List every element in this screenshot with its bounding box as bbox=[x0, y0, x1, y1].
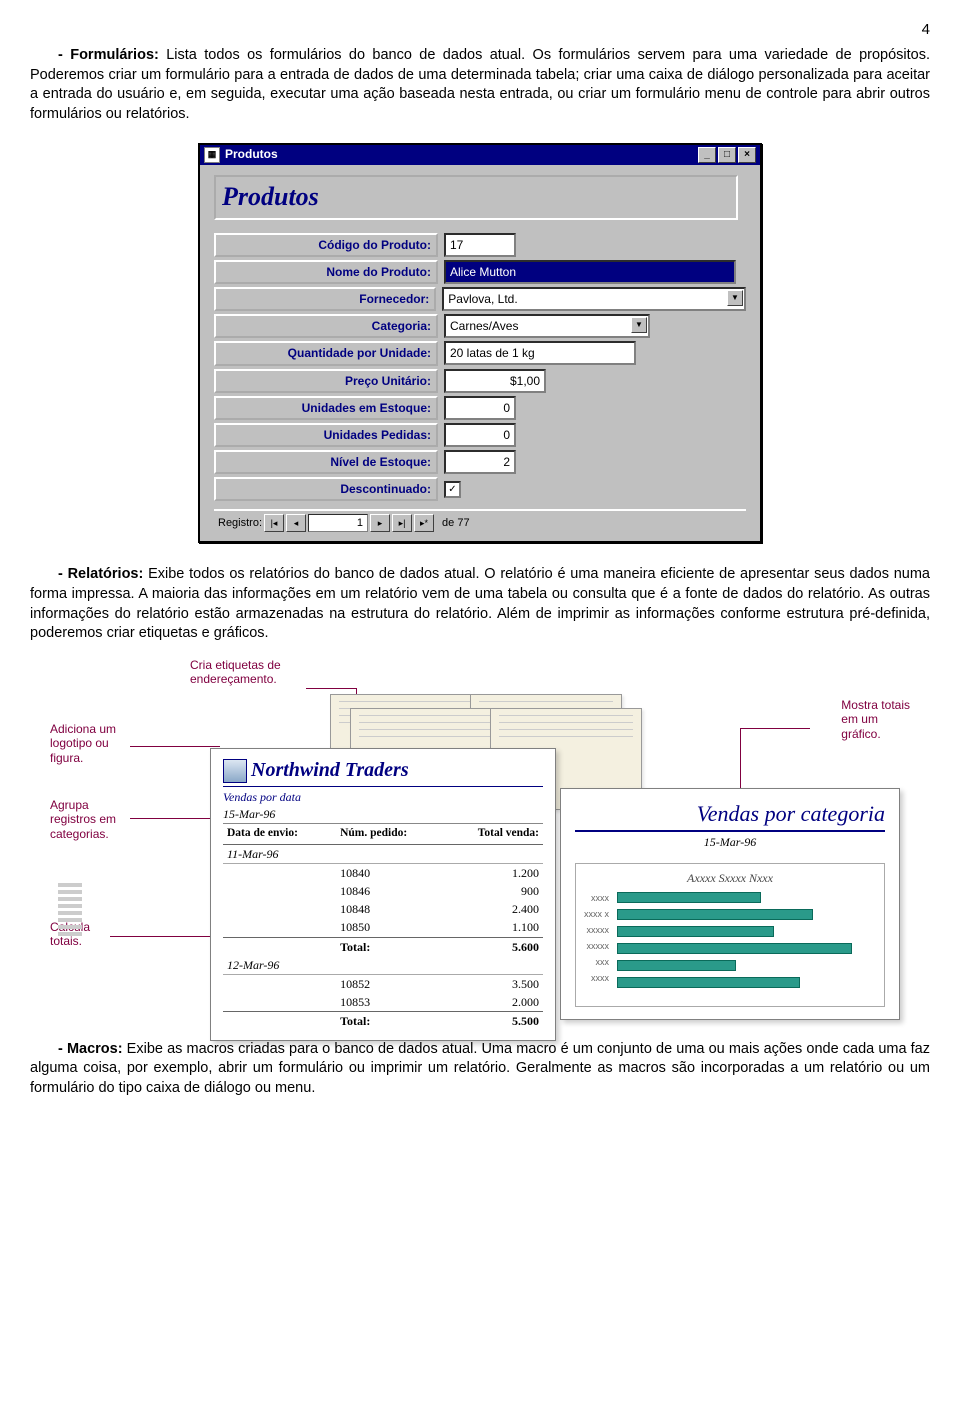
cell: 2.400 bbox=[444, 900, 543, 918]
paragraph-formularios: - Formulários: Lista todos os formulário… bbox=[30, 46, 930, 124]
para2-body: Exibe todos os relatórios do banco de da… bbox=[30, 566, 930, 641]
prev-record-button[interactable]: ◂ bbox=[286, 514, 306, 532]
first-record-button[interactable]: |◂ bbox=[264, 514, 284, 532]
form-screenshot: ▦ Produtos _ □ × Produtos Código do Prod… bbox=[30, 143, 930, 544]
para1-body: Lista todos os formulários do banco de d… bbox=[30, 47, 930, 122]
cell: 1.100 bbox=[444, 918, 543, 937]
record-navigator: Registro: |◂ ◂ 1 ▸ ▸| ▸* de 77 bbox=[214, 509, 746, 535]
ship-icon bbox=[223, 759, 247, 783]
label-fornecedor: Fornecedor: bbox=[214, 287, 436, 311]
chart-bar bbox=[617, 977, 800, 988]
form-title: Produtos bbox=[214, 175, 738, 220]
input-nivel[interactable]: 2 bbox=[444, 450, 516, 474]
chevron-down-icon[interactable]: ▼ bbox=[631, 317, 647, 333]
input-pedidas[interactable]: 0 bbox=[444, 423, 516, 447]
rpt2-chart: Axxxx Sxxxx Nxxx xxxx xxxx x xxxxx xxxxx… bbox=[575, 863, 885, 1007]
window-title: Produtos bbox=[225, 146, 278, 162]
col-data: Data de envio: bbox=[223, 824, 336, 844]
label-nome: Nome do Produto: bbox=[214, 260, 438, 284]
maximize-button[interactable]: □ bbox=[718, 147, 736, 163]
input-estoque[interactable]: 0 bbox=[444, 396, 516, 420]
rpt1-topdate: 15-Mar-96 bbox=[223, 806, 543, 824]
cell: 3.500 bbox=[444, 974, 543, 993]
cell: 10850 bbox=[336, 918, 444, 937]
chart-bar bbox=[617, 943, 852, 954]
rpt1-table: Data de envio: Núm. pedido: Total venda:… bbox=[223, 824, 543, 1030]
label-categoria: Categoria: bbox=[214, 314, 438, 338]
cell: 1.200 bbox=[444, 863, 543, 882]
callout-totais: Mostra totais em um gráfico. bbox=[841, 698, 910, 741]
chart-bar bbox=[617, 926, 774, 937]
chart-bar bbox=[617, 960, 736, 971]
total1-label: Total: bbox=[336, 937, 444, 956]
record-number-input[interactable]: 1 bbox=[308, 514, 368, 532]
reports-illustration: Adiciona um logotipo ou figura. Agrupa r… bbox=[30, 658, 930, 1018]
callout-agrupa: Agrupa registros em categorias. bbox=[50, 798, 116, 841]
input-nome[interactable]: Alice Mutton bbox=[444, 260, 736, 284]
checkbox-descontinuado[interactable]: ✓ bbox=[444, 481, 461, 498]
input-qtd[interactable]: 20 latas de 1 kg bbox=[444, 341, 636, 365]
col-num: Núm. pedido: bbox=[336, 824, 444, 844]
chart-y-labels: xxxx xxxx x xxxxx xxxxx xxx xxxx bbox=[584, 890, 609, 988]
chart-bar bbox=[617, 909, 813, 920]
report-vendas-por-data: Northwind Traders Vendas por data 15-Mar… bbox=[210, 748, 556, 1042]
minimize-button[interactable]: _ bbox=[698, 147, 716, 163]
form-body: Produtos Código do Produto: 17 Nome do P… bbox=[200, 165, 760, 542]
callout-etiquetas: Cria etiquetas de endereçamento. bbox=[190, 658, 281, 687]
para3-lead: - Macros: bbox=[58, 1041, 123, 1057]
window-produtos: ▦ Produtos _ □ × Produtos Código do Prod… bbox=[198, 143, 762, 544]
para2-lead: - Relatórios: bbox=[58, 566, 143, 582]
label-desc: Descontinuado: bbox=[214, 477, 438, 501]
cell: 10848 bbox=[336, 900, 444, 918]
label-estoque: Unidades em Estoque: bbox=[214, 396, 438, 420]
label-pedidas: Unidades Pedidas: bbox=[214, 423, 438, 447]
total2-label: Total: bbox=[336, 1012, 444, 1031]
label-codigo: Código do Produto: bbox=[214, 233, 438, 257]
page-number: 4 bbox=[30, 20, 930, 40]
new-record-button[interactable]: ▸* bbox=[414, 514, 434, 532]
rpt1-subtitle: Vendas por data bbox=[223, 789, 543, 805]
cell: 2.000 bbox=[444, 993, 543, 1012]
titlebar: ▦ Produtos _ □ × bbox=[200, 145, 760, 165]
rpt2-date: 15-Mar-96 bbox=[575, 834, 885, 850]
cell: 10840 bbox=[336, 863, 444, 882]
paragraph-relatorios: - Relatórios: Exibe todos os relatórios … bbox=[30, 565, 930, 643]
form-icon: ▦ bbox=[204, 147, 220, 163]
chart-bar bbox=[617, 892, 761, 903]
chart-title: Axxxx Sxxxx Nxxx bbox=[584, 870, 876, 886]
report-vendas-por-categoria: Vendas por categoria 15-Mar-96 Axxxx Sxx… bbox=[560, 788, 900, 1020]
para1-lead: - Formulários: bbox=[58, 47, 159, 63]
input-codigo[interactable]: 17 bbox=[444, 233, 516, 257]
cell: 900 bbox=[444, 882, 543, 900]
chart-bars bbox=[617, 890, 876, 988]
record-count: de 77 bbox=[442, 516, 470, 531]
label-nivel: Nível de Estoque: bbox=[214, 450, 438, 474]
cell: 10846 bbox=[336, 882, 444, 900]
total2-value: 5.500 bbox=[444, 1012, 543, 1031]
record-label: Registro: bbox=[218, 516, 262, 531]
next-record-button[interactable]: ▸ bbox=[370, 514, 390, 532]
combo-categoria[interactable]: Carnes/Aves▼ bbox=[444, 314, 650, 338]
total1-value: 5.600 bbox=[444, 937, 543, 956]
paragraph-macros: - Macros: Exibe as macros criadas para o… bbox=[30, 1040, 930, 1099]
rpt2-title: Vendas por categoria bbox=[575, 799, 885, 833]
callout-logo: Adiciona um logotipo ou figura. bbox=[50, 722, 116, 765]
group1-date: 11-Mar-96 bbox=[223, 844, 543, 863]
group2-date: 12-Mar-96 bbox=[223, 956, 543, 975]
close-button[interactable]: × bbox=[738, 147, 756, 163]
cell: 10853 bbox=[336, 993, 444, 1012]
chevron-down-icon[interactable]: ▼ bbox=[727, 290, 743, 306]
rpt1-company: Northwind Traders bbox=[251, 759, 409, 781]
combo-fornecedor[interactable]: Pavlova, Ltd.▼ bbox=[442, 287, 746, 311]
col-total: Total venda: bbox=[444, 824, 543, 844]
label-preco: Preço Unitário: bbox=[214, 369, 438, 393]
input-preco[interactable]: $1,00 bbox=[444, 369, 546, 393]
last-record-button[interactable]: ▸| bbox=[392, 514, 412, 532]
cell: 10852 bbox=[336, 974, 444, 993]
sidebar-bars-icon bbox=[58, 880, 82, 939]
label-qtd: Quantidade por Unidade: bbox=[214, 341, 438, 365]
para3-body: Exibe as macros criadas para o banco de … bbox=[30, 1041, 930, 1096]
